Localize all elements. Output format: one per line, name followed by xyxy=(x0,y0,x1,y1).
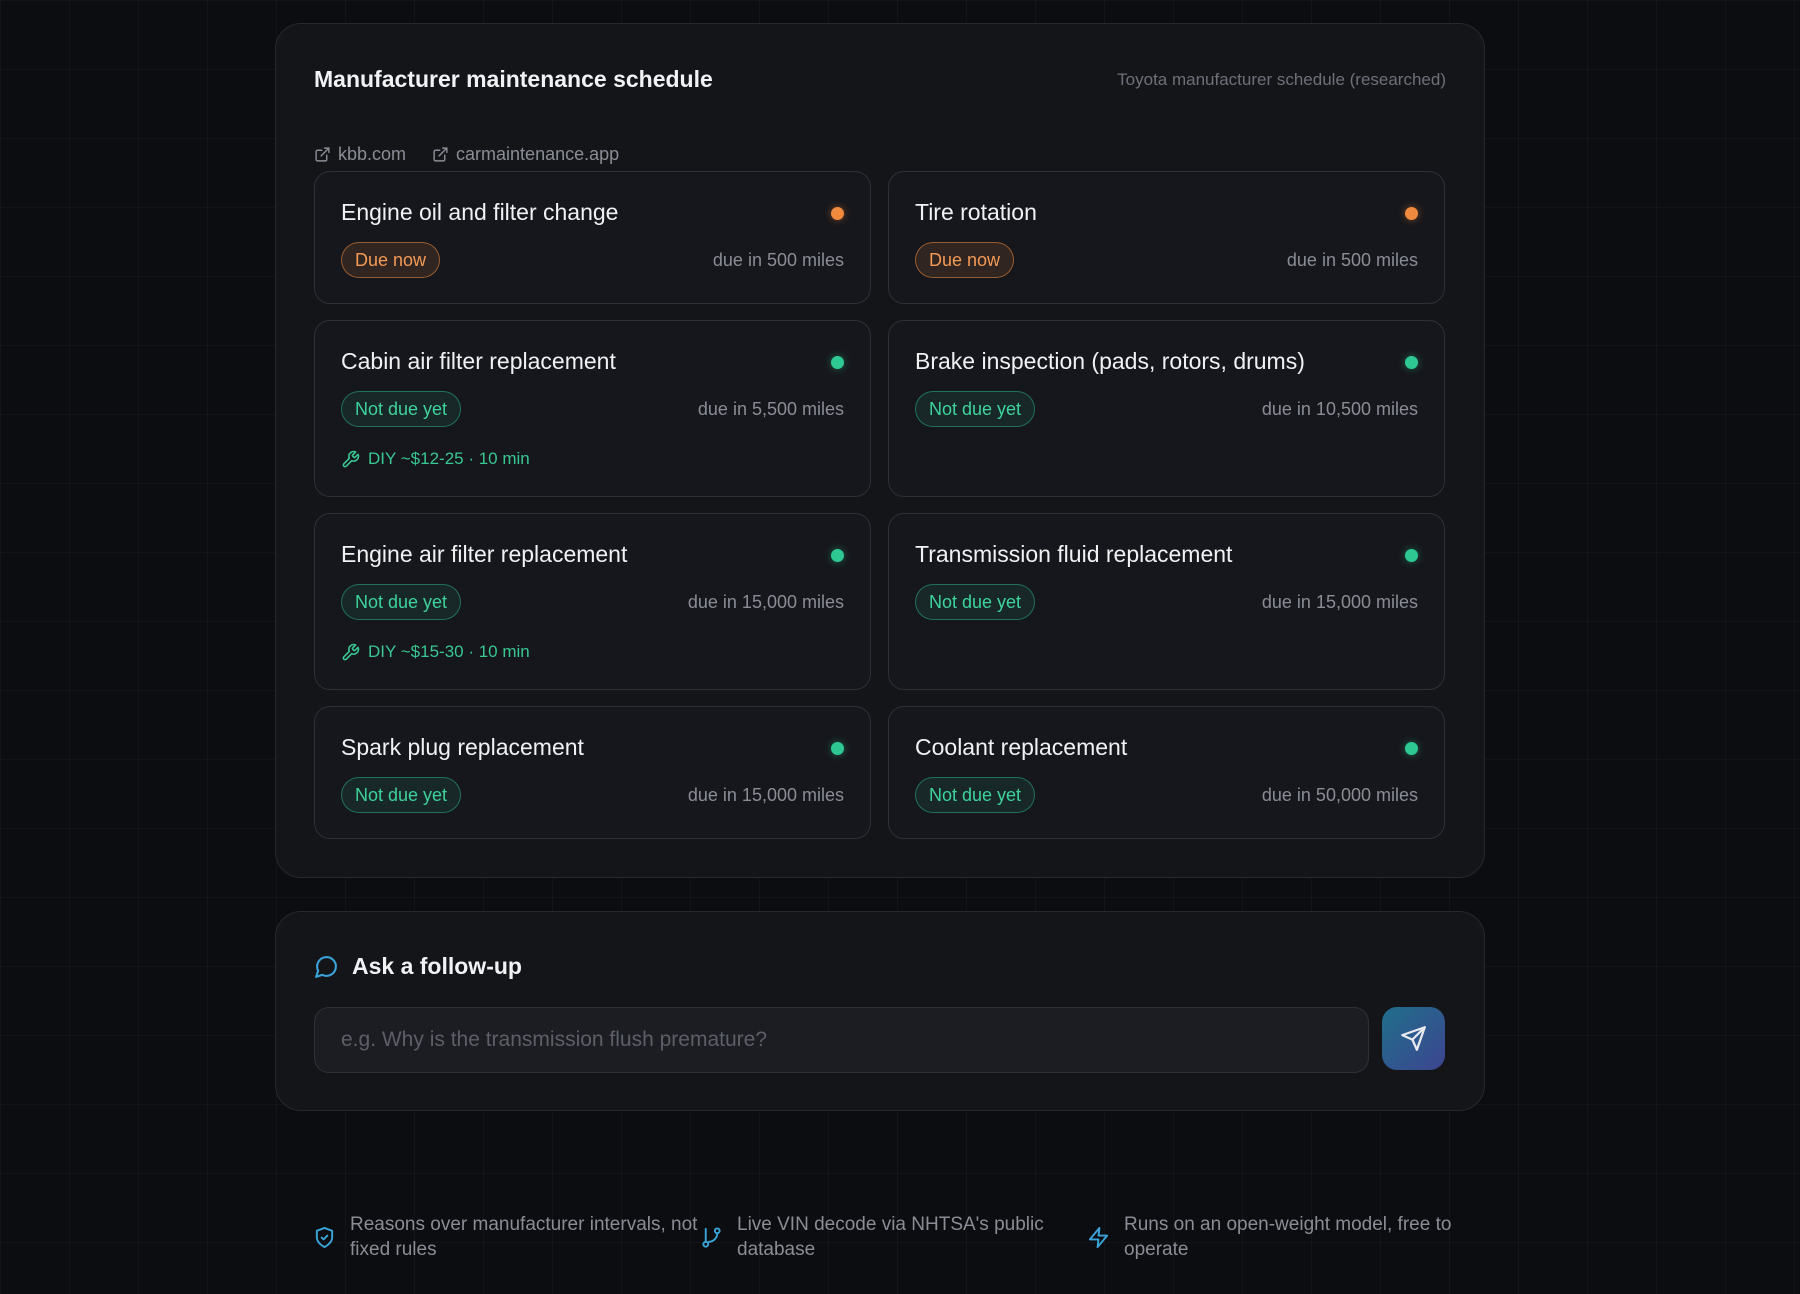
wrench-icon xyxy=(342,643,360,660)
status-dot xyxy=(831,207,844,220)
due-distance: due in 5,500 miles xyxy=(697,399,844,419)
diy-label: DIY ~$15-30 · 10 min xyxy=(368,642,530,661)
lightning-icon xyxy=(1088,1226,1109,1248)
send-icon xyxy=(1401,1026,1426,1051)
status-badge: Not due yet xyxy=(915,777,1036,813)
status-badge: Not due yet xyxy=(915,391,1036,427)
source-links: kbb.com carmaintenance.app xyxy=(314,144,619,165)
status-dot xyxy=(1405,207,1418,220)
card-title: Spark plug replacement xyxy=(341,734,584,760)
diy-label: DIY ~$12-25 · 10 min xyxy=(368,449,530,468)
feature-item: Live VIN decode via NHTSA's public datab… xyxy=(700,1212,1087,1263)
diy-estimate: DIY ~$12-25 · 10 min xyxy=(341,449,530,469)
send-button[interactable] xyxy=(1382,1007,1445,1070)
card-title: Engine oil and filter change xyxy=(341,199,619,225)
status-badge: Not due yet xyxy=(915,584,1036,620)
external-link-icon xyxy=(315,147,330,162)
maintenance-card[interactable]: Spark plug replacement Not due yet due i… xyxy=(314,706,871,839)
feature-item: Runs on an open-weight model, free to op… xyxy=(1087,1212,1474,1263)
source-label: kbb.com xyxy=(338,144,407,164)
maintenance-card[interactable]: Coolant replacement Not due yet due in 5… xyxy=(888,706,1445,839)
schedule-title: Manufacturer maintenance schedule xyxy=(314,66,713,92)
due-distance: due in 15,000 miles xyxy=(1261,592,1418,612)
due-distance: due in 15,000 miles xyxy=(687,785,844,805)
card-title: Coolant replacement xyxy=(915,734,1128,760)
external-link-icon xyxy=(433,147,448,162)
status-dot xyxy=(831,742,844,755)
due-distance: due in 50,000 miles xyxy=(1261,785,1418,805)
feature-item: Reasons over manufacturer intervals, not… xyxy=(313,1212,700,1263)
wrench-icon xyxy=(342,450,360,467)
due-distance: due in 500 miles xyxy=(1286,250,1418,270)
git-branch-icon xyxy=(702,1227,721,1248)
chat-bubble-icon xyxy=(315,956,337,978)
feature-text: Runs on an open-weight model, free to op… xyxy=(1124,1214,1452,1261)
status-badge: Due now xyxy=(915,242,1015,278)
diy-estimate: DIY ~$15-30 · 10 min xyxy=(341,642,530,662)
shield-check-icon xyxy=(315,1226,334,1248)
followup-panel: Ask a follow-up xyxy=(275,911,1485,1111)
maintenance-card[interactable]: Brake inspection (pads, rotors, drums) N… xyxy=(888,320,1445,497)
status-badge: Not due yet xyxy=(341,391,462,427)
maintenance-card[interactable]: Transmission fluid replacement Not due y… xyxy=(888,513,1445,690)
card-title: Transmission fluid replacement xyxy=(915,541,1233,567)
maintenance-card[interactable]: Cabin air filter replacement Not due yet… xyxy=(314,320,871,497)
status-dot xyxy=(1405,549,1418,562)
due-distance: due in 500 miles xyxy=(712,250,844,270)
source-link-carmaintenance[interactable]: carmaintenance.app xyxy=(432,144,619,165)
card-title: Brake inspection (pads, rotors, drums) xyxy=(915,348,1305,374)
source-label: carmaintenance.app xyxy=(456,144,620,164)
maintenance-card[interactable]: Tire rotation Due now due in 500 miles xyxy=(888,171,1445,304)
feature-list: Reasons over manufacturer intervals, not… xyxy=(313,1212,1485,1263)
feature-text: Live VIN decode via NHTSA's public datab… xyxy=(737,1214,1044,1261)
card-title: Cabin air filter replacement xyxy=(341,348,616,374)
maintenance-card[interactable]: Engine oil and filter change Due now due… xyxy=(314,171,871,304)
status-dot xyxy=(1405,742,1418,755)
status-dot xyxy=(1405,356,1418,369)
maintenance-schedule-panel: Manufacturer maintenance schedule Toyota… xyxy=(275,23,1485,878)
followup-input[interactable] xyxy=(314,1007,1369,1073)
due-distance: due in 15,000 miles xyxy=(687,592,844,612)
status-badge: Not due yet xyxy=(341,777,462,813)
schedule-header: Manufacturer maintenance schedule Toyota… xyxy=(314,66,1446,93)
schedule-meta: Toyota manufacturer schedule (researched… xyxy=(1117,69,1446,89)
feature-text: Reasons over manufacturer intervals, not… xyxy=(350,1214,698,1261)
followup-header: Ask a follow-up xyxy=(314,953,522,980)
status-dot xyxy=(831,549,844,562)
due-distance: due in 10,500 miles xyxy=(1261,399,1418,419)
followup-title: Ask a follow-up xyxy=(352,953,522,979)
status-dot xyxy=(831,356,844,369)
maintenance-card[interactable]: Engine air filter replacement Not due ye… xyxy=(314,513,871,690)
source-link-kbb[interactable]: kbb.com xyxy=(314,144,406,165)
card-title: Engine air filter replacement xyxy=(341,541,628,567)
maintenance-grid: Engine oil and filter change Due now due… xyxy=(314,171,1445,839)
status-badge: Not due yet xyxy=(341,584,462,620)
status-badge: Due now xyxy=(341,242,441,278)
card-title: Tire rotation xyxy=(915,199,1037,225)
